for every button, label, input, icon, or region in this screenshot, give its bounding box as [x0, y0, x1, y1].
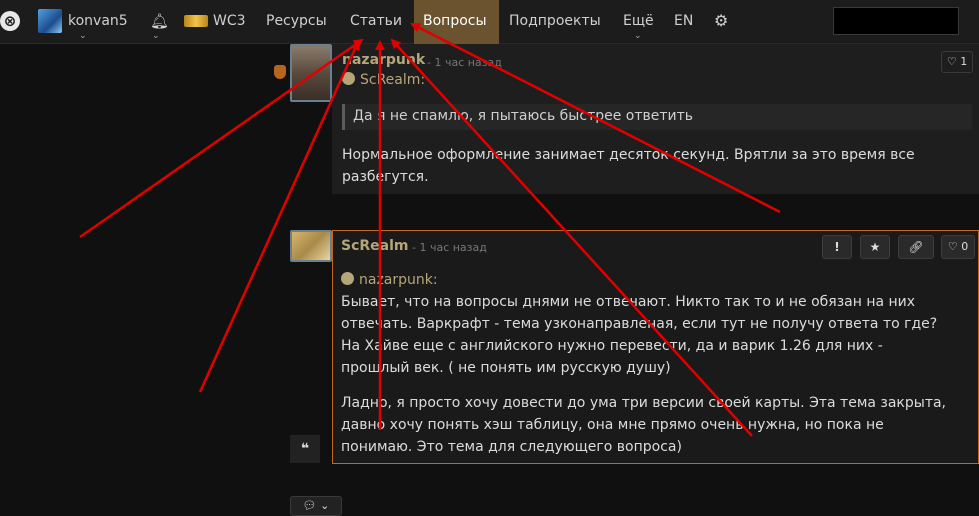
nav-questions[interactable]: Вопросы [414, 0, 499, 44]
shield-icon [274, 65, 286, 79]
like-count: 0 [961, 240, 969, 253]
warcraft-logo-icon[interactable] [184, 15, 208, 27]
chevron-down-icon: ⌄ [79, 31, 87, 41]
post-time[interactable]: - 1 час назад [427, 56, 502, 69]
post-line: разбегутся. [342, 169, 429, 185]
gear-icon[interactable]: ⚙ [714, 0, 728, 44]
chevron-down-icon: ⌄ [320, 499, 330, 512]
user-icon [342, 72, 355, 85]
post-line: На Хайве еще с английского нужно перевес… [341, 338, 883, 354]
post-author[interactable]: ScRealm [341, 238, 409, 254]
reply-dropdown-button[interactable]: 💬︎ ⌄ [290, 496, 342, 516]
quote-button[interactable]: ❝ [290, 435, 320, 463]
heart-icon: ♡ [946, 55, 957, 68]
site-logo-icon[interactable]: ⊗ [0, 11, 20, 31]
avatar[interactable] [290, 230, 332, 262]
nav-game[interactable]: WC3 [213, 0, 246, 44]
quote-author[interactable]: nazarpunk: [341, 272, 438, 288]
avatar[interactable] [290, 44, 332, 102]
user-icon [341, 272, 354, 285]
heart-icon: ♡ [947, 240, 958, 253]
post-line: прошлый век. ( не понять им русскую душу… [341, 360, 671, 376]
post-time[interactable]: - 1 час назад [412, 241, 487, 254]
like-button[interactable]: ♡ 1 [941, 51, 973, 73]
nav-resources[interactable]: Ресурсы [266, 0, 327, 44]
post-line: отвечать. Варкрафт - тема узконаправлена… [341, 316, 938, 332]
link-icon: 🔗︎ [908, 240, 924, 254]
nav-articles[interactable]: Статьи [350, 0, 402, 44]
chevron-down-icon: ⌄ [634, 31, 642, 41]
post-author[interactable]: nazarpunk [342, 52, 425, 68]
post-line: давно хочу понять хэш таблицу, она мне п… [341, 417, 884, 433]
top-navbar: ⊗ konvan5 ⌄ 🔔︎ ⌄ WC3 Ресурсы Статьи Вопр… [0, 0, 979, 44]
like-button[interactable]: ♡ 0 [941, 235, 975, 259]
post-line: Бывает, что на вопросы днями не отвечают… [341, 294, 916, 310]
user-avatar[interactable] [38, 9, 62, 33]
post-line: Ладно, я просто хочу довести до ума три … [341, 395, 947, 411]
search-input[interactable] [833, 7, 959, 35]
favorite-button[interactable]: ★ [860, 235, 890, 259]
permalink-button[interactable]: 🔗︎ [898, 235, 934, 259]
chevron-down-icon: ⌄ [152, 31, 160, 41]
comments-icon: 💬︎ [302, 499, 317, 512]
quote-author[interactable]: ScRealm: [342, 72, 425, 88]
report-button[interactable]: ! [822, 235, 852, 259]
exclamation-icon: ! [834, 240, 840, 254]
user-menu[interactable]: konvan5 [68, 0, 128, 44]
star-icon: ★ [869, 240, 881, 254]
nav-lang[interactable]: EN [674, 0, 693, 44]
post-line: Нормальное оформление занимает десяток с… [342, 147, 915, 163]
nav-subprojects[interactable]: Подпроекты [509, 0, 601, 44]
quote-icon: ❝ [300, 441, 310, 457]
blockquote: Да я не спамлю, я пытаюсь быстрее ответи… [342, 104, 972, 130]
like-count: 1 [960, 55, 968, 68]
post-line: понимаю. Это тема для следующего вопроса… [341, 439, 682, 455]
